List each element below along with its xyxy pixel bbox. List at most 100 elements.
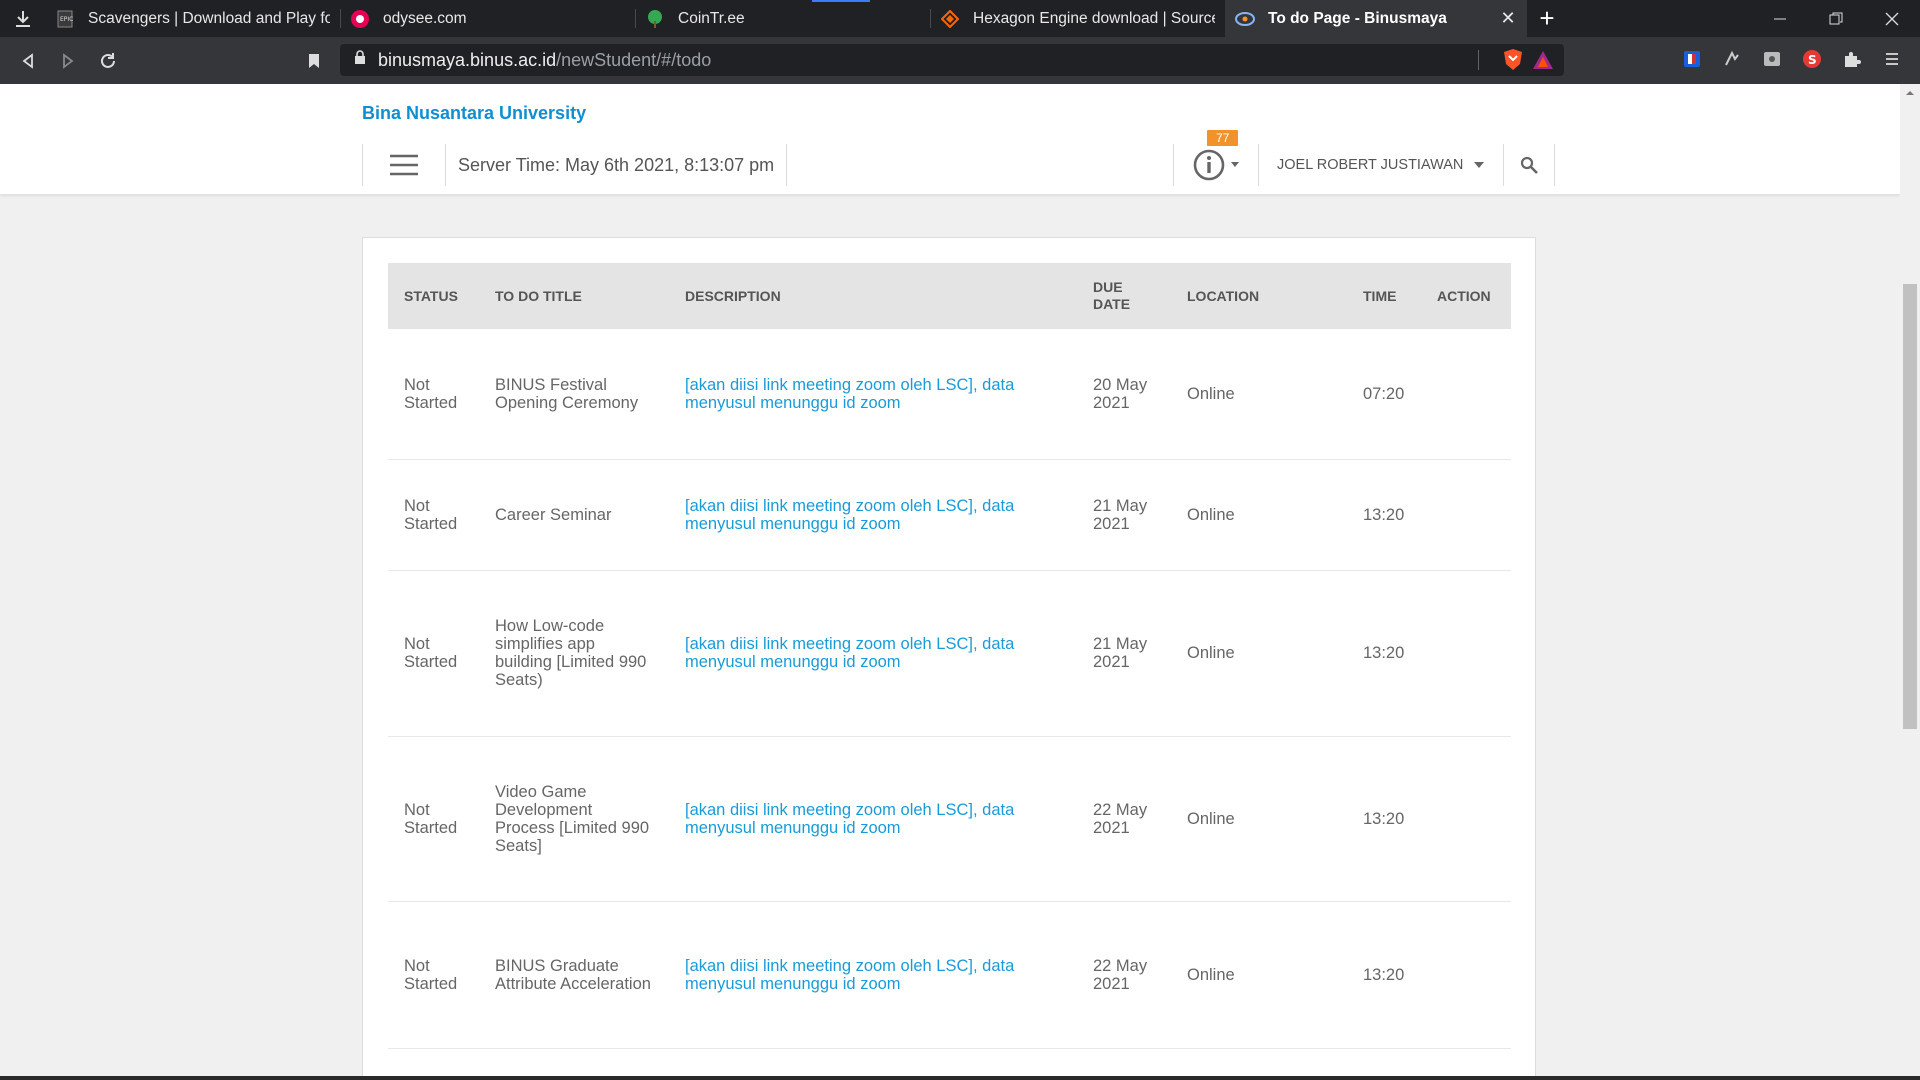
window-controls xyxy=(1752,0,1920,37)
todo-card: STATUS TO DO TITLE DESCRIPTION DUE DATE L… xyxy=(362,237,1536,1080)
cell-status: Not Started xyxy=(388,736,479,902)
cell-status: Not Started xyxy=(388,459,479,571)
cell-action xyxy=(1421,736,1511,902)
tab-title: Hexagon Engine download | SourceFo xyxy=(973,9,1215,27)
info-icon xyxy=(1193,149,1239,181)
user-name: JOEL ROBERT JUSTIAWAN xyxy=(1277,157,1464,173)
user-menu[interactable]: JOEL ROBERT JUSTIAWAN xyxy=(1259,157,1503,173)
cell-action xyxy=(1421,329,1511,460)
column-header-action: ACTION xyxy=(1437,287,1491,304)
download-icon[interactable] xyxy=(0,0,45,37)
column-header-description[interactable]: DESCRIPTION xyxy=(669,263,1077,329)
chevron-down-icon xyxy=(1473,157,1485,173)
forward-icon[interactable] xyxy=(48,37,88,84)
cell-action xyxy=(1421,459,1511,571)
cell-title: Video Game Development Process [Limited … xyxy=(479,736,669,902)
cell-title: BINUS Festival Opening Ceremony xyxy=(479,329,669,460)
tab-hexagon-engine[interactable]: Hexagon Engine download | SourceFo xyxy=(930,0,1225,37)
browser-menu-icon[interactable] xyxy=(1880,47,1904,71)
cell-title: Career Seminar xyxy=(479,459,669,571)
tab-cointree[interactable]: CoinTr.ee xyxy=(635,0,930,37)
sourceforge-icon xyxy=(940,9,960,29)
cell-description-link[interactable]: [akan diisi link meeting zoom oleh LSC],… xyxy=(669,901,1077,1049)
column-header-time[interactable]: TIME xyxy=(1347,263,1421,329)
new-tab-button[interactable]: + xyxy=(1527,0,1567,37)
back-icon[interactable] xyxy=(8,37,48,84)
extension-box-icon[interactable] xyxy=(1760,47,1784,71)
table-row: Not Started BINUS Graduate Attribute Acc… xyxy=(388,901,1511,1049)
lock-icon xyxy=(354,50,366,70)
minimize-icon[interactable] xyxy=(1752,0,1808,37)
search-button[interactable] xyxy=(1504,144,1554,186)
extension-gesture-icon[interactable] xyxy=(1720,47,1744,71)
tab-title: Scavengers | Download and Play for Fr xyxy=(88,9,330,27)
column-header-due-line1: DUE xyxy=(1093,279,1123,295)
tab-title: CoinTr.ee xyxy=(678,9,745,27)
server-time: Server Time: May 6th 2021, 8:13:07 pm xyxy=(458,154,775,175)
university-brand[interactable]: Bina Nusantara University xyxy=(362,103,586,124)
tab-binusmaya-todo[interactable]: To do Page - Binusmaya ✕ xyxy=(1225,0,1527,37)
table-row: Not Started How Low-code simplifies app … xyxy=(388,570,1511,737)
close-window-icon[interactable] xyxy=(1864,0,1920,37)
cell-due-date: 22 May 2021 xyxy=(1077,901,1171,1049)
notification-badge: 77 xyxy=(1207,130,1239,146)
address-bar[interactable]: binusmaya.binus.ac.id/newStudent/#/todo xyxy=(340,44,1564,76)
cell-location: Online xyxy=(1171,329,1347,460)
extension-bitwarden-icon[interactable] xyxy=(1680,47,1704,71)
column-header-due-date[interactable]: DUE DATE xyxy=(1077,263,1171,329)
cell-location: Online xyxy=(1171,570,1347,737)
column-header-location[interactable]: LOCATION xyxy=(1171,263,1347,329)
tab-odysee[interactable]: odysee.com xyxy=(340,0,635,37)
cell-time: 13:20 xyxy=(1347,901,1421,1049)
brave-rewards-icon[interactable] xyxy=(1532,50,1554,75)
svg-text:S: S xyxy=(1808,53,1817,67)
cell-description-link[interactable]: [akan diisi link meeting zoom oleh LSC],… xyxy=(669,329,1077,460)
taskbar-edge xyxy=(0,1076,1920,1080)
binus-icon xyxy=(1235,9,1255,29)
menu-hamburger-icon[interactable] xyxy=(363,144,445,186)
cell-title: BINUS Graduate Attribute Acceleration xyxy=(479,901,669,1049)
page-scrollbar[interactable] xyxy=(1900,84,1920,1080)
extensions-puzzle-icon[interactable] xyxy=(1840,47,1864,71)
table-header-row: STATUS TO DO TITLE DESCRIPTION DUE DATE L… xyxy=(388,263,1511,329)
notifications-button[interactable]: 77 xyxy=(1174,130,1258,186)
header-right-bar: 77 JOEL ROBERT JUSTIAWAN xyxy=(1173,130,1556,186)
cell-description-link[interactable]: [akan diisi link meeting zoom oleh LSC],… xyxy=(669,736,1077,902)
cell-due-date: 21 May 2021 xyxy=(1077,570,1171,737)
cell-time: 07:20 xyxy=(1347,329,1421,460)
cell-due-date: 20 May 2021 xyxy=(1077,329,1171,460)
cell-description-link[interactable]: [akan diisi link meeting zoom oleh LSC],… xyxy=(669,459,1077,571)
cell-description-link[interactable]: [akan diisi link meeting zoom oleh LSC],… xyxy=(669,570,1077,737)
column-header-title[interactable]: TO DO TITLE xyxy=(479,263,669,329)
cell-due-date: 22 May 2021 xyxy=(1077,736,1171,902)
restore-icon[interactable] xyxy=(1808,0,1864,37)
scroll-up-icon[interactable] xyxy=(1900,86,1920,100)
cell-location: Online xyxy=(1171,459,1347,571)
brave-shields-icon[interactable] xyxy=(1502,48,1524,77)
extension-s-icon[interactable]: S xyxy=(1800,47,1824,71)
column-header-status[interactable]: STATUS xyxy=(388,263,479,329)
tree-icon xyxy=(645,9,665,29)
bookmark-icon[interactable] xyxy=(294,37,334,84)
cell-location: Online xyxy=(1171,901,1347,1049)
close-tab-icon[interactable]: ✕ xyxy=(1499,8,1517,28)
cell-time: 13:20 xyxy=(1347,570,1421,737)
cell-due-date: 21 May 2021 xyxy=(1077,459,1171,571)
cell-title: How Low-code simplifies app building [Li… xyxy=(479,570,669,737)
search-icon xyxy=(1521,156,1539,174)
tab-loading-indicator xyxy=(812,0,870,2)
svg-text:EPIC: EPIC xyxy=(60,16,73,23)
url-host: binusmaya.binus.ac.id xyxy=(378,49,557,70)
scroll-thumb[interactable] xyxy=(1903,284,1917,729)
todo-table: STATUS TO DO TITLE DESCRIPTION DUE DATE L… xyxy=(388,263,1511,1049)
epic-games-icon: EPIC xyxy=(55,9,75,29)
browser-tab-strip: EPIC Scavengers | Download and Play for … xyxy=(0,0,1920,37)
cell-time: 13:20 xyxy=(1347,459,1421,571)
url-text: binusmaya.binus.ac.id/newStudent/#/todo xyxy=(378,50,711,71)
tab-scavengers[interactable]: EPIC Scavengers | Download and Play for … xyxy=(45,0,340,37)
reload-icon[interactable] xyxy=(88,37,128,84)
divider xyxy=(1554,144,1556,186)
table-row: Not Started Video Game Development Proce… xyxy=(388,736,1511,902)
cell-status: Not Started xyxy=(388,570,479,737)
divider xyxy=(786,144,788,186)
